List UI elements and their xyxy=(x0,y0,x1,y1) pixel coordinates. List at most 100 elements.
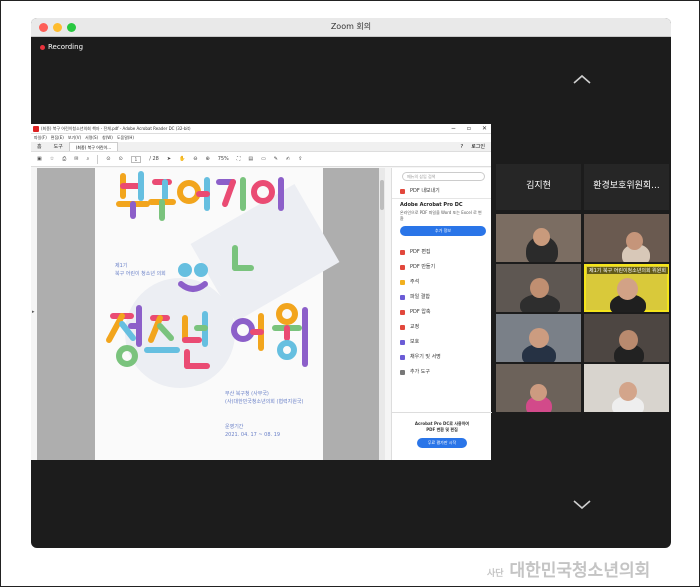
tool-protect[interactable]: 보호 xyxy=(392,335,491,350)
chevron-down-icon[interactable] xyxy=(573,500,591,510)
cover-org1: 부산 북구청 (사무국) xyxy=(225,391,269,397)
chevron-up-icon[interactable] xyxy=(573,74,591,84)
login-link[interactable]: 로그인 xyxy=(471,142,485,152)
participant-name: 환경보호위원회... xyxy=(593,181,660,191)
cover-period-label: 운영기간 xyxy=(225,424,244,430)
edit-pdf-icon xyxy=(400,250,405,255)
zoom-in-icon[interactable]: ⊕ xyxy=(205,156,209,162)
tab-home[interactable]: 홈 xyxy=(31,142,48,151)
active-speaker-video[interactable]: 제1기 북구 어린이청소년의회 위원회 xyxy=(584,264,669,312)
start-trial-button[interactable]: 무료 평가판 시작 xyxy=(417,438,467,448)
participant-name: 김지현 xyxy=(526,181,551,191)
tools-pane: 메뉴의 삽입 검색 PDF 내보내기 Adobe Acrobat Pro DC … xyxy=(391,168,492,460)
trial-text-line2: PDF 변환 및 편집 xyxy=(426,427,458,432)
left-pane-toggle-icon[interactable]: ▸ xyxy=(32,309,35,315)
restore-icon[interactable]: ▫ xyxy=(467,124,471,134)
sign-icon[interactable]: ✍ xyxy=(286,156,290,162)
tool-create-pdf[interactable]: PDF 만들기 xyxy=(392,260,491,275)
tool-more[interactable]: 추가 도구 xyxy=(392,365,491,380)
participant-video[interactable] xyxy=(496,314,581,362)
close-icon[interactable]: ✕ xyxy=(482,124,487,134)
combine-files-icon xyxy=(400,295,405,300)
redact-icon xyxy=(400,325,405,330)
cover-heading: 제1기 북구 어린이 청소년 의회 xyxy=(115,262,166,278)
tool-fill-sign[interactable]: 채우기 및 서명 xyxy=(392,350,491,365)
participant-face xyxy=(533,228,550,246)
participant-video[interactable] xyxy=(584,314,669,362)
titlebar: Zoom 회의 xyxy=(31,18,671,37)
participant-video[interactable] xyxy=(496,364,581,412)
share-icon[interactable]: ⇪ xyxy=(298,156,302,162)
menu-edit[interactable]: 편집(E) xyxy=(51,134,64,142)
help-icon[interactable]: ? xyxy=(461,142,464,152)
menu-help[interactable]: 도움말(H) xyxy=(117,134,134,142)
bookmark-icon[interactable]: ☆ xyxy=(50,156,54,162)
menu-view[interactable]: 보기(V) xyxy=(68,134,81,142)
export-pdf-label: PDF 내보내기 xyxy=(410,188,440,194)
participant-video[interactable] xyxy=(584,364,669,412)
next-page-icon[interactable]: ⊙ xyxy=(118,156,122,162)
mail-icon[interactable]: ✉ xyxy=(74,156,78,162)
tool-comment[interactable]: 주석 xyxy=(392,275,491,290)
prev-page-icon[interactable]: ⊙ xyxy=(106,156,110,162)
tab-tools[interactable]: 도구 xyxy=(48,142,69,151)
watermark: 사단 대한민국청소년의회 xyxy=(487,556,650,581)
more-tools-icon xyxy=(400,370,405,375)
scroll-thumb[interactable] xyxy=(380,180,384,210)
cover-organizers: 부산 북구청 (사무국) (사)대한민국청소년의회 (협력지원국) xyxy=(225,390,303,406)
menu-file[interactable]: 파일(F) xyxy=(34,134,47,142)
acrobat-titlebar: (최종) 북구 어린이청소년의회 책자 - 전체.pdf - Adobe Acr… xyxy=(31,124,491,134)
participant-tile[interactable]: 김지현 xyxy=(496,164,581,210)
save-icon[interactable]: ▣ xyxy=(37,156,42,162)
speaker-caption: 제1기 북구 어린이청소년의회 위원회 xyxy=(587,267,668,274)
tool-label: PDF 편집 xyxy=(410,249,431,255)
participant-face xyxy=(619,330,638,350)
scroll-mode-icon[interactable]: ▤ xyxy=(248,156,253,162)
pen-icon[interactable]: ✎ xyxy=(274,156,278,162)
export-pdf-item[interactable]: PDF 내보내기 xyxy=(392,184,491,199)
acrobat-title: (최종) 북구 어린이청소년의회 책자 - 전체.pdf - Adobe Acr… xyxy=(41,126,191,131)
trial-promo: Acrobat Pro DC로 사용하여 PDF 변환 및 편집 무료 평가판 … xyxy=(392,412,492,460)
zoom-out-icon[interactable]: ⊖ xyxy=(193,156,197,162)
comment-icon[interactable]: ▭ xyxy=(261,156,266,162)
window-title: Zoom 회의 xyxy=(330,22,372,31)
print-icon[interactable]: ⎙ xyxy=(62,156,66,162)
tool-combine[interactable]: 파일 결합 xyxy=(392,290,491,305)
comment-tool-icon xyxy=(400,280,405,285)
tool-label: 보호 xyxy=(410,339,420,345)
promo-product-name: Adobe Acrobat Pro DC xyxy=(400,202,463,208)
search-icon[interactable]: ⌕ xyxy=(86,156,89,162)
recording-indicator[interactable]: Recording xyxy=(40,43,83,51)
zoom-level[interactable]: 75% xyxy=(218,156,229,162)
participant-face xyxy=(619,382,637,401)
tool-compress[interactable]: PDF 압축 xyxy=(392,305,491,320)
tools-search-input[interactable]: 메뉴의 삽입 검색 xyxy=(402,172,485,181)
tool-redact[interactable]: 교정 xyxy=(392,320,491,335)
participant-video[interactable] xyxy=(496,264,581,312)
shared-screen: (최종) 북구 어린이청소년의회 책자 - 전체.pdf - Adobe Acr… xyxy=(31,124,492,460)
trial-text: Acrobat Pro DC로 사용하여 PDF 변환 및 편집 xyxy=(392,421,492,433)
recording-label: Recording xyxy=(48,43,84,51)
tab-document[interactable]: (최종) 북구 어린이... xyxy=(68,142,119,151)
fit-page-icon[interactable]: ⛶ xyxy=(237,156,241,162)
participant-video[interactable] xyxy=(584,214,669,262)
select-cursor-icon[interactable]: ➤ xyxy=(167,156,171,162)
create-pdf-icon xyxy=(400,265,405,270)
participant-tile[interactable]: 환경보호위원회... xyxy=(584,164,669,210)
cover-subtitle: 북구 어린이 청소년 의회 xyxy=(115,271,166,277)
tool-label: PDF 만들기 xyxy=(410,264,436,270)
page-number-input[interactable]: 1 xyxy=(130,155,142,163)
more-info-button[interactable]: 추가 정보 xyxy=(400,226,486,236)
minimize-icon[interactable]: − xyxy=(451,124,456,134)
pdf-app-icon xyxy=(33,126,39,132)
hand-icon[interactable]: ✋ xyxy=(179,156,185,162)
fill-sign-icon xyxy=(400,355,405,360)
document-scrollbar[interactable] xyxy=(379,168,385,460)
menu-window[interactable]: 창(W) xyxy=(102,134,113,142)
screenshot-frame: Zoom 회의 Recording (최종) 북구 어린이청소년의회 책자 - … xyxy=(0,0,700,587)
participant-video[interactable] xyxy=(496,214,581,262)
page-total: / 28 xyxy=(149,156,159,162)
tool-edit-pdf[interactable]: PDF 편집 xyxy=(392,245,491,260)
document-viewport[interactable]: 제1기 북구 어린이 청소년 의회 부산 북구청 (사무국) (사)대한민국청소… xyxy=(37,168,385,460)
menu-sign[interactable]: 서명(S) xyxy=(85,134,98,142)
